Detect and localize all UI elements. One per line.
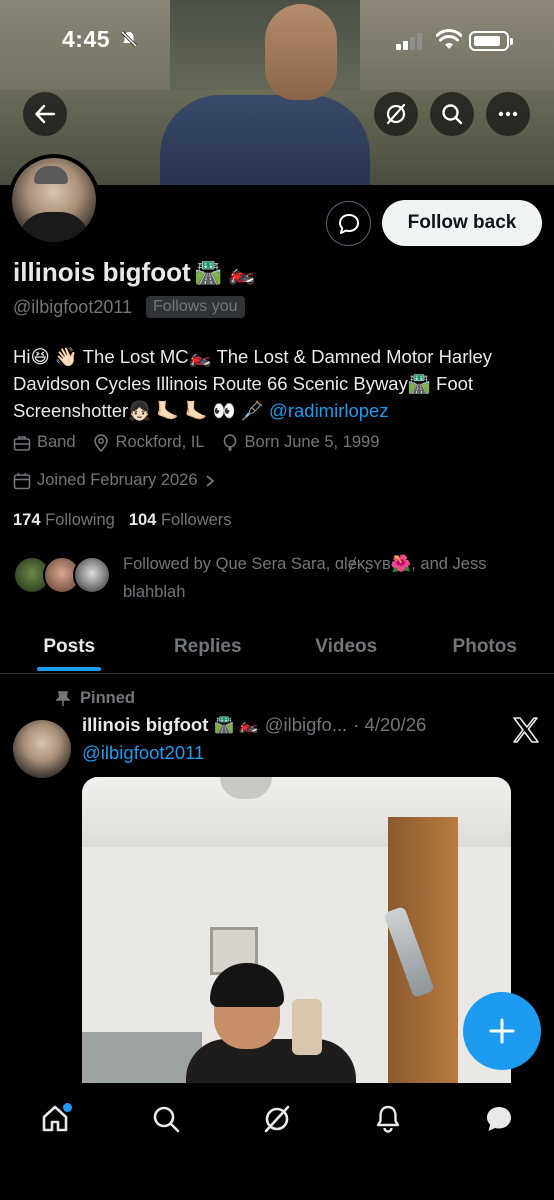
cellular-signal-icon xyxy=(396,33,422,50)
bio-text: Hi😆 👋🏻 The Lost MC🏍️ The Lost & Damned M… xyxy=(13,346,493,421)
post-author-emojis: 🛣️ 🏍️ xyxy=(214,717,259,734)
balloon-icon xyxy=(223,433,236,451)
search-icon xyxy=(153,1106,180,1133)
profile-bio: Hi😆 👋🏻 The Lost MC🏍️ The Lost & Damned M… xyxy=(13,343,543,424)
location-item: Rockford, IL xyxy=(92,433,205,452)
chevron-right-icon xyxy=(205,474,214,487)
handle-row: @ilbigfoot2011 Follows you xyxy=(13,296,245,318)
follow-stats: 174 Following 104 Followers xyxy=(13,511,232,530)
tab-posts[interactable]: Posts xyxy=(0,620,139,673)
pinned-label-row: Pinned xyxy=(56,689,135,708)
followers-link[interactable]: 104 Followers xyxy=(129,511,232,530)
pin-icon xyxy=(56,690,70,706)
notifications-icon xyxy=(376,1105,399,1133)
joined-row[interactable]: Joined February 2026 xyxy=(13,471,216,490)
tab-videos[interactable]: Videos xyxy=(277,620,416,673)
follows-you-badge: Follows you xyxy=(146,296,245,318)
followed-by-avatars xyxy=(13,550,113,594)
followers-label: Followers xyxy=(160,511,232,529)
wifi-icon xyxy=(436,29,462,49)
pinned-label: Pinned xyxy=(80,689,136,707)
follow-back-button[interactable]: Follow back xyxy=(382,200,542,246)
nav-search[interactable] xyxy=(144,1097,188,1141)
following-link[interactable]: 174 Following xyxy=(13,511,115,530)
calendar-icon xyxy=(13,472,31,489)
post-mention-link[interactable]: @ilbigfoot2011 xyxy=(82,742,204,764)
tab-replies[interactable]: Replies xyxy=(139,620,278,673)
nav-notifications[interactable] xyxy=(366,1097,410,1141)
search-icon xyxy=(442,104,463,125)
compose-button[interactable] xyxy=(463,992,541,1070)
profile-tabs: Posts Replies Videos Photos xyxy=(0,620,554,674)
display-name-text: illinois bigfoot xyxy=(13,257,191,287)
nav-messages[interactable] xyxy=(477,1097,521,1141)
bio-mention-link[interactable]: @radimirlopez xyxy=(269,400,389,421)
status-time: 4:45 xyxy=(62,26,111,52)
category-item: Band xyxy=(13,433,76,452)
followers-count: 104 xyxy=(128,511,157,529)
followed-by-text: Followed by Que Sera Sara, ɑƖɇᴋʂʏʙ🌺, and… xyxy=(123,555,487,601)
category-label: Band xyxy=(37,433,76,451)
birthday-label: Born June 5, 1999 xyxy=(244,433,380,451)
profile-avatar[interactable] xyxy=(8,154,100,246)
profile-handle: @ilbigfoot2011 xyxy=(13,296,133,317)
following-label: Following xyxy=(45,511,115,529)
nav-grok[interactable] xyxy=(255,1097,299,1141)
joined-item[interactable]: Joined February 2026 xyxy=(13,471,216,490)
location-icon xyxy=(93,433,108,452)
display-name-emojis: 🛣️ 🏍️ xyxy=(194,259,256,285)
follower-avatar xyxy=(73,556,111,594)
location-label: Rockford, IL xyxy=(115,433,205,451)
grok-icon xyxy=(386,103,406,125)
tab-photos[interactable]: Photos xyxy=(416,620,554,673)
profile-meta: Band Rockford, IL Born June 5, 1999 xyxy=(13,433,379,452)
post-author-handle: @ilbigfo... xyxy=(264,714,348,735)
post-date: · 4/20/26 xyxy=(353,714,427,735)
followed-by[interactable]: Followed by Que Sera Sara, ɑƖɇᴋʂʏʙ🌺, and… xyxy=(13,550,533,606)
more-icon xyxy=(498,111,518,117)
x-logo-icon xyxy=(513,717,539,743)
post-author-name[interactable]: illinois bigfoot xyxy=(82,714,208,736)
back-button[interactable] xyxy=(23,92,67,136)
silent-bell-icon xyxy=(120,30,138,48)
chat-icon xyxy=(486,1107,511,1131)
grok-icon xyxy=(264,1105,290,1133)
birthday-item: Born June 5, 1999 xyxy=(221,433,380,452)
message-icon xyxy=(338,213,359,234)
more-button[interactable] xyxy=(486,92,530,136)
post-author-avatar[interactable] xyxy=(13,720,71,778)
following-count: 174 xyxy=(13,511,41,529)
briefcase-icon xyxy=(13,435,31,451)
joined-label: Joined February 2026 xyxy=(37,471,198,489)
bottom-navigation xyxy=(0,1083,554,1200)
nav-home[interactable] xyxy=(33,1097,77,1141)
post-image[interactable] xyxy=(82,777,511,1097)
grok-button[interactable] xyxy=(374,92,418,136)
back-arrow-icon xyxy=(35,104,56,124)
battery-icon xyxy=(469,31,513,51)
post-header: illinois bigfoot 🛣️ 🏍️ @ilbigfo... · 4/2… xyxy=(82,714,426,736)
message-button[interactable] xyxy=(326,201,371,246)
search-button[interactable] xyxy=(430,92,474,136)
plus-icon xyxy=(489,1018,515,1044)
display-name: illinois bigfoot 🛣️ 🏍️ xyxy=(13,257,256,288)
